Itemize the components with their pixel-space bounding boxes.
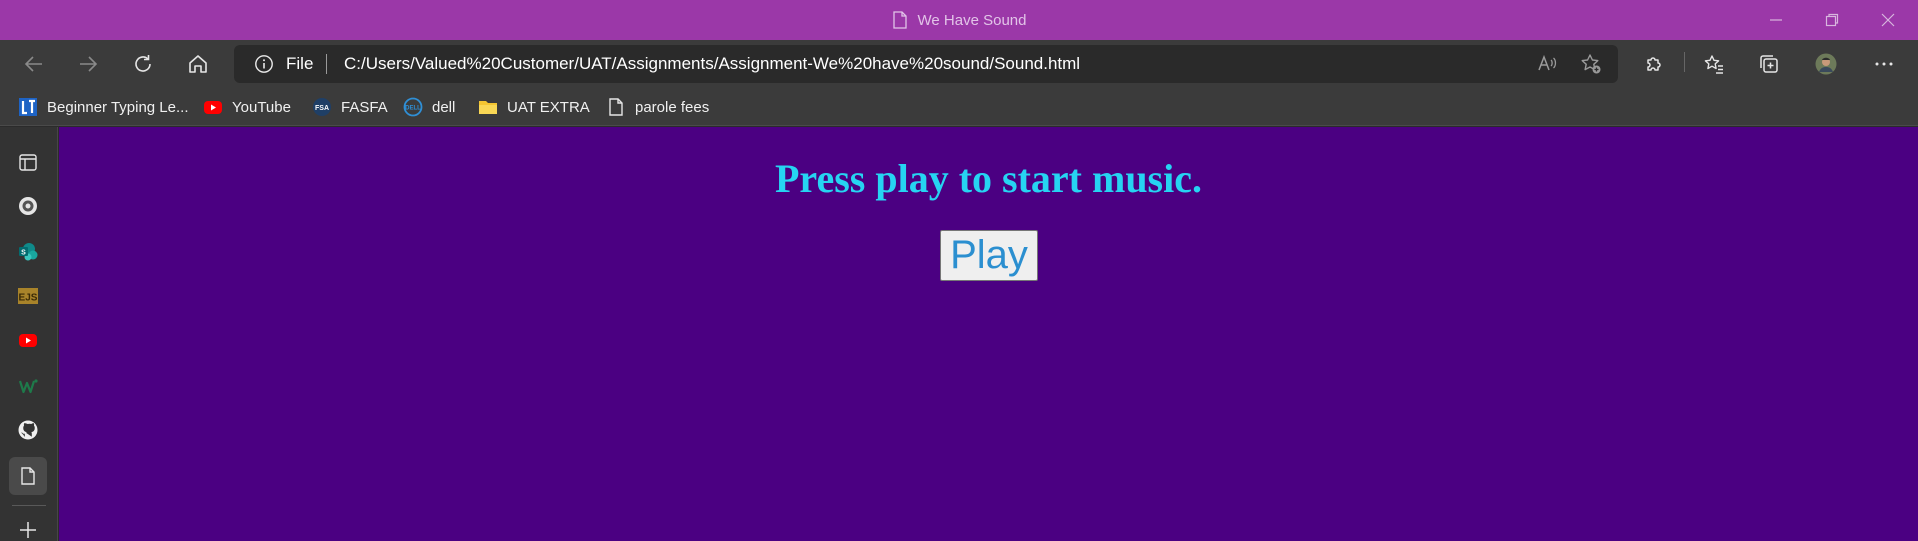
refresh-icon bbox=[135, 55, 151, 72]
chat-icon bbox=[19, 197, 37, 215]
sidebar-tab-actions[interactable] bbox=[9, 143, 47, 181]
favorite-label: UAT EXTRA bbox=[507, 98, 590, 116]
restore-button[interactable] bbox=[1804, 0, 1860, 40]
collections-button[interactable] bbox=[1751, 46, 1787, 82]
ejs-icon: EJS bbox=[18, 288, 38, 304]
address-bar[interactable]: File C:/Users/Valued%20Customer/UAT/Assi… bbox=[234, 45, 1618, 83]
profile-avatar bbox=[1815, 53, 1837, 75]
home-button[interactable] bbox=[180, 46, 216, 82]
svg-text:FSA: FSA bbox=[315, 105, 329, 112]
sidebar-divider bbox=[12, 505, 46, 506]
favorite-fasfa[interactable]: FSA FASFA bbox=[312, 88, 388, 126]
refresh-button[interactable] bbox=[125, 46, 161, 82]
forward-arrow-icon bbox=[80, 56, 98, 72]
sidebar-youtube[interactable] bbox=[9, 321, 47, 359]
folder-icon bbox=[479, 101, 497, 114]
restore-icon bbox=[1825, 13, 1839, 27]
svg-text:S: S bbox=[21, 250, 26, 257]
favorite-label: YouTube bbox=[232, 98, 291, 116]
sharepoint-icon: S bbox=[19, 243, 38, 261]
back-arrow-icon bbox=[24, 56, 42, 72]
tab-actions-icon bbox=[19, 154, 37, 171]
add-favorite-icon bbox=[1581, 54, 1601, 74]
page-content: Press play to start music. Play bbox=[59, 127, 1918, 541]
fsa-icon: FSA bbox=[313, 98, 331, 116]
youtube-icon bbox=[19, 334, 37, 347]
profile-button[interactable] bbox=[1808, 46, 1844, 82]
typing-site-icon bbox=[19, 98, 37, 116]
favorite-uat-extra[interactable]: UAT EXTRA bbox=[478, 88, 590, 126]
home-icon bbox=[189, 55, 207, 73]
svg-text:EJS: EJS bbox=[19, 293, 38, 304]
svg-text:DELL: DELL bbox=[405, 106, 421, 112]
sidebar-chat[interactable] bbox=[9, 187, 47, 225]
info-icon[interactable] bbox=[254, 54, 274, 74]
current-page-icon bbox=[21, 467, 35, 485]
read-aloud-icon bbox=[1538, 54, 1557, 71]
browser-toolbar: File C:/Users/Valued%20Customer/UAT/Assi… bbox=[0, 40, 1918, 88]
more-options-button[interactable] bbox=[1866, 46, 1902, 82]
favorite-beginner-typing[interactable]: Beginner Typing Le... bbox=[18, 88, 189, 126]
url-text[interactable]: C:/Users/Valued%20Customer/UAT/Assignmen… bbox=[344, 45, 1080, 83]
favorite-label: parole fees bbox=[635, 98, 710, 116]
page-icon bbox=[609, 98, 623, 116]
address-separator bbox=[326, 54, 327, 74]
github-icon bbox=[18, 420, 38, 440]
minimize-icon bbox=[1770, 19, 1782, 21]
favorite-label: FASFA bbox=[341, 98, 388, 116]
more-options-icon bbox=[1875, 62, 1893, 66]
w-site-icon bbox=[18, 379, 38, 394]
minimize-button[interactable] bbox=[1748, 0, 1804, 40]
dell-icon: DELL bbox=[403, 97, 423, 117]
favorites-button[interactable] bbox=[1696, 46, 1732, 82]
youtube-icon bbox=[204, 101, 222, 114]
favorites-bar: Beginner Typing Le... YouTube FSA FASFA … bbox=[0, 88, 1918, 126]
sidebar-github[interactable] bbox=[9, 411, 47, 449]
favorite-label: dell bbox=[432, 98, 456, 116]
sidebar-ejs[interactable]: EJS bbox=[9, 277, 47, 315]
window-title-text: We Have Sound bbox=[917, 11, 1027, 29]
window-title: We Have Sound bbox=[0, 0, 1918, 40]
sidebar-w-site[interactable] bbox=[9, 367, 47, 405]
page-heading: Press play to start music. bbox=[775, 156, 1202, 201]
favorite-youtube[interactable]: YouTube bbox=[203, 88, 291, 126]
page-icon bbox=[892, 11, 907, 29]
forward-button[interactable] bbox=[70, 46, 106, 82]
add-icon bbox=[20, 522, 36, 538]
favorite-parole-fees[interactable]: parole fees bbox=[606, 88, 709, 126]
favorite-label: Beginner Typing Le... bbox=[47, 98, 189, 116]
read-aloud-button[interactable] bbox=[1534, 52, 1560, 76]
add-favorite-button[interactable] bbox=[1578, 52, 1604, 76]
toolbar-divider bbox=[1684, 52, 1685, 72]
browser-sidebar: S EJS bbox=[0, 127, 58, 541]
favorite-dell[interactable]: DELL dell bbox=[403, 88, 455, 126]
close-icon bbox=[1881, 13, 1895, 27]
title-bar: We Have Sound bbox=[0, 0, 1918, 40]
close-button[interactable] bbox=[1860, 0, 1916, 40]
site-scheme-label[interactable]: File bbox=[286, 45, 313, 83]
favorites-icon bbox=[1704, 55, 1723, 74]
sidebar-current-page[interactable] bbox=[9, 457, 47, 495]
back-button[interactable] bbox=[16, 46, 52, 82]
extensions-icon bbox=[1647, 57, 1661, 71]
sidebar-add-button[interactable] bbox=[9, 511, 47, 541]
sidebar-sharepoint[interactable]: S bbox=[9, 233, 47, 271]
collections-icon bbox=[1760, 55, 1778, 73]
extensions-button[interactable] bbox=[1636, 46, 1672, 82]
play-button[interactable]: Play bbox=[940, 230, 1038, 281]
